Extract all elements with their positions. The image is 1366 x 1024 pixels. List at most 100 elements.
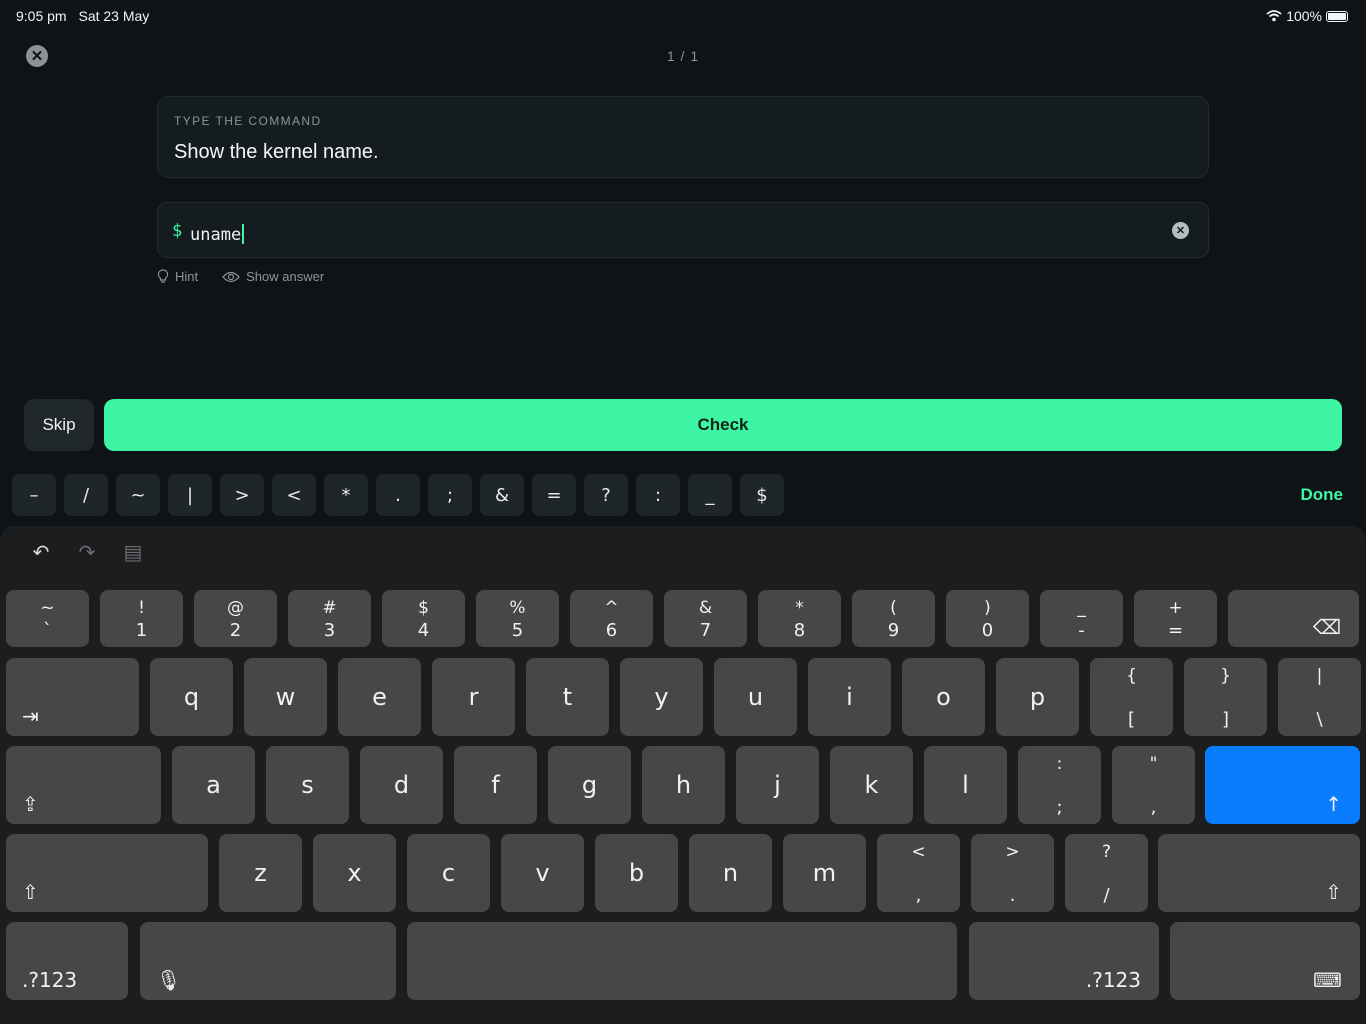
symbol-key[interactable]: ; <box>428 474 472 516</box>
key-s[interactable]: s <box>266 746 349 824</box>
key-i[interactable]: i <box>808 658 891 736</box>
key-shift-label: $ <box>418 598 429 618</box>
key-m[interactable]: m <box>783 834 866 912</box>
symbol-key[interactable]: ? <box>584 474 628 516</box>
keyboard-dismiss-icon: ⌨ <box>1313 968 1342 992</box>
key-2[interactable]: @2 <box>194 590 277 647</box>
key-c[interactable]: c <box>407 834 490 912</box>
key-g[interactable]: g <box>548 746 631 824</box>
clipboard-icon[interactable]: ▤ <box>120 540 146 565</box>
symbol-key[interactable]: – <box>12 474 56 516</box>
space-key[interactable] <box>407 922 957 1000</box>
key-shift-label: ! <box>138 598 145 618</box>
done-button[interactable]: Done <box>1301 485 1344 505</box>
key-e[interactable]: e <box>338 658 421 736</box>
return-key[interactable]: ↑ <box>1205 746 1360 824</box>
key-w[interactable]: w <box>244 658 327 736</box>
left-shift-key[interactable]: ⇧ <box>6 834 208 912</box>
key-d[interactable]: d <box>360 746 443 824</box>
key-h[interactable]: h <box>642 746 725 824</box>
microphone-icon: 🎙︎ <box>156 968 182 992</box>
right-shift-key[interactable]: ⇧ <box>1158 834 1360 912</box>
undo-icon[interactable]: ↶ <box>28 540 54 565</box>
key-shift-label: ( <box>890 598 897 618</box>
key-0[interactable]: ) 0 <box>946 590 1029 647</box>
dictation-key[interactable]: 🎙︎ <box>140 922 396 1000</box>
symbol-key[interactable]: . <box>376 474 420 516</box>
key-j[interactable]: j <box>736 746 819 824</box>
key-7[interactable]: & 7 <box>664 590 747 647</box>
key-x[interactable]: x <box>313 834 396 912</box>
key-label: \ <box>1316 709 1323 730</box>
key-=[interactable]: + = <box>1134 590 1217 647</box>
numbers-label: .?123 <box>1085 968 1141 992</box>
key-label: s <box>301 771 314 799</box>
text-caret <box>242 224 245 244</box>
key-6[interactable]: ^ 6 <box>570 590 653 647</box>
key-r[interactable]: r <box>432 658 515 736</box>
key-3[interactable]: #3 <box>288 590 371 647</box>
hint-button[interactable]: Hint <box>175 269 198 284</box>
skip-button[interactable]: Skip <box>24 399 94 451</box>
numbers-key-right[interactable]: .?123 <box>969 922 1159 1000</box>
command-value: uname <box>190 225 242 245</box>
key-symbol[interactable]: >. <box>971 834 1054 912</box>
command-input-field[interactable]: $ uname ✕ <box>157 202 1209 258</box>
key-4[interactable]: $4 <box>382 590 465 647</box>
key-symbol[interactable]: ", <box>1112 746 1195 824</box>
symbol-key[interactable]: : <box>636 474 680 516</box>
check-button[interactable]: Check <box>104 399 1342 451</box>
key-t[interactable]: t <box>526 658 609 736</box>
key-b[interactable]: b <box>595 834 678 912</box>
symbol-key[interactable]: / <box>64 474 108 516</box>
key-label: ; <box>1056 797 1063 818</box>
show-answer-button[interactable]: Show answer <box>246 269 324 284</box>
key-1[interactable]: ! 1 <box>100 590 183 647</box>
key-symbol[interactable]: :; <box>1018 746 1101 824</box>
key-p[interactable]: p <box>996 658 1079 736</box>
tab-key[interactable]: ⇥ <box>6 658 139 736</box>
key-z[interactable]: z <box>219 834 302 912</box>
numbers-key-left[interactable]: .?123 <box>6 922 128 1000</box>
key-u[interactable]: u <box>714 658 797 736</box>
clear-input-button[interactable]: ✕ <box>1172 222 1189 239</box>
key-symbol[interactable]: ? / <box>1065 834 1148 912</box>
key-q[interactable]: q <box>150 658 233 736</box>
key-a[interactable]: a <box>172 746 255 824</box>
key-label: . <box>1009 885 1016 906</box>
key-label: 1 <box>135 620 148 641</box>
symbol-key[interactable]: $ <box>740 474 784 516</box>
key-label: f <box>491 771 500 799</box>
caps-lock-key[interactable]: ⇪ <box>6 746 161 824</box>
key-label: 5 <box>511 620 524 641</box>
key-5[interactable]: % 5 <box>476 590 559 647</box>
symbol-key[interactable]: _ <box>688 474 732 516</box>
key--[interactable]: _ - <box>1040 590 1123 647</box>
key-l[interactable]: l <box>924 746 1007 824</box>
key-label: 8 <box>793 620 806 641</box>
symbol-key[interactable]: | <box>168 474 212 516</box>
symbol-key[interactable]: < <box>272 474 316 516</box>
delete-key[interactable]: ⌫ <box>1228 590 1359 647</box>
key-o[interactable]: o <box>902 658 985 736</box>
key-`[interactable]: ~ ` <box>6 590 89 647</box>
key-f[interactable]: f <box>454 746 537 824</box>
redo-icon[interactable]: ↷ <box>74 540 100 565</box>
symbol-key[interactable]: > <box>220 474 264 516</box>
command-input-text[interactable]: uname <box>190 224 245 245</box>
key-symbol[interactable]: }] <box>1184 658 1267 736</box>
key-8[interactable]: * 8 <box>758 590 841 647</box>
symbol-key[interactable]: * <box>324 474 368 516</box>
key-k[interactable]: k <box>830 746 913 824</box>
key-n[interactable]: n <box>689 834 772 912</box>
key-symbol[interactable]: | \ <box>1278 658 1361 736</box>
symbol-key[interactable]: & <box>480 474 524 516</box>
symbol-key[interactable]: ~ <box>116 474 160 516</box>
key-symbol[interactable]: {[ <box>1090 658 1173 736</box>
dismiss-keyboard-key[interactable]: ⌨ <box>1170 922 1360 1000</box>
key-v[interactable]: v <box>501 834 584 912</box>
key-symbol[interactable]: <, <box>877 834 960 912</box>
key-y[interactable]: y <box>620 658 703 736</box>
key-9[interactable]: (9 <box>852 590 935 647</box>
symbol-key[interactable]: = <box>532 474 576 516</box>
